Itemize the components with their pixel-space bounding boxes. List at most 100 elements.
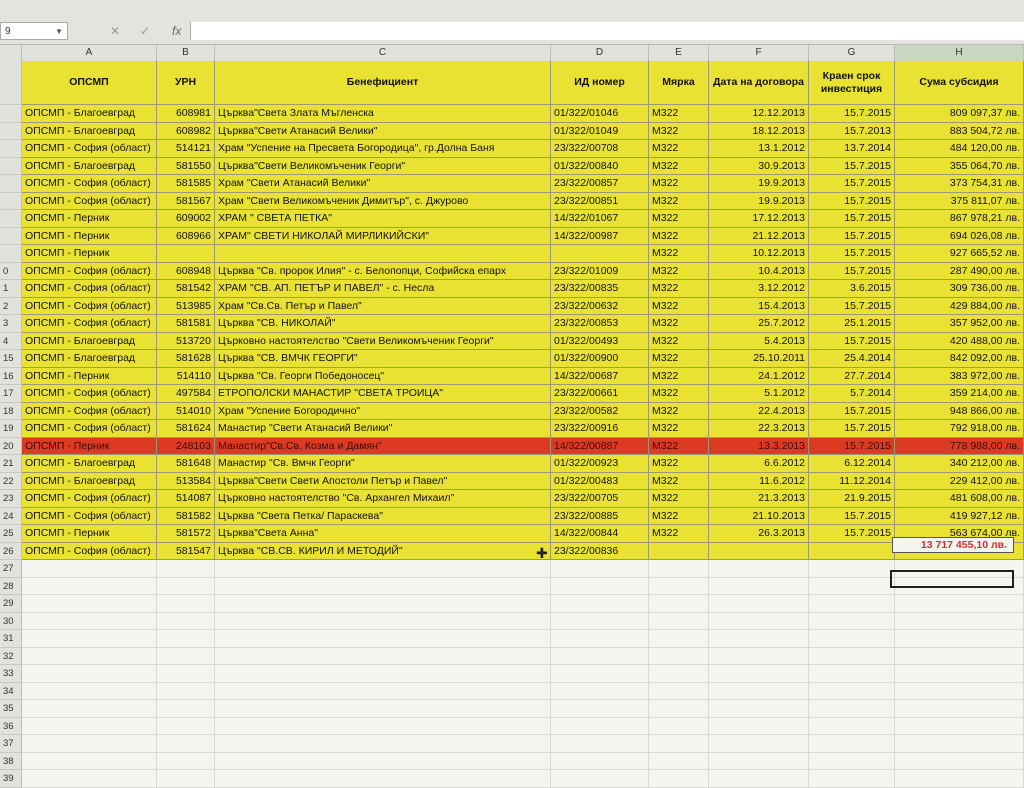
empty-cell[interactable]	[551, 595, 649, 613]
cell-id-number[interactable]: 23/322/00835	[551, 280, 649, 298]
select-all-corner[interactable]	[0, 45, 22, 61]
column-header-h[interactable]: H	[895, 45, 1024, 61]
empty-cell[interactable]	[215, 612, 551, 630]
cell-deadline[interactable]: 15.7.2013	[809, 122, 895, 140]
empty-cell[interactable]	[551, 612, 649, 630]
cell-measure[interactable]: М322	[649, 122, 709, 140]
cell-deadline[interactable]: 3.6.2015	[809, 280, 895, 298]
row-number[interactable]	[0, 140, 22, 158]
cell-opsmp[interactable]: ОПСМП - София (област)	[22, 420, 157, 438]
cell-beneficiary[interactable]: Църква"Света Анна"	[215, 525, 551, 543]
cell-subsidy[interactable]: 340 212,00 лв.	[895, 455, 1024, 473]
cell-measure[interactable]: М322	[649, 245, 709, 263]
row-number[interactable]: 15	[0, 350, 22, 368]
row-number[interactable]	[0, 245, 22, 263]
cancel-icon[interactable]: ✕	[110, 22, 120, 40]
empty-cell[interactable]	[649, 682, 709, 700]
formula-input[interactable]	[190, 22, 1024, 40]
row-number[interactable]: 26	[0, 542, 22, 560]
cell-subsidy[interactable]: 484 120,00 лв.	[895, 140, 1024, 158]
cell-subsidy[interactable]: 355 064,70 лв.	[895, 157, 1024, 175]
cell-contract-date[interactable]: 30.9.2013	[709, 157, 809, 175]
cell-id-number[interactable]: 23/322/00853	[551, 315, 649, 333]
cell-beneficiary[interactable]: Църква"Свети Свети Апостоли Петър и Паве…	[215, 472, 551, 490]
header-cell-subsidy[interactable]: Сума субсидия	[895, 61, 1024, 105]
empty-cell[interactable]	[649, 770, 709, 788]
cell-opsmp[interactable]: ОПСМП - Благоевград	[22, 472, 157, 490]
empty-cell[interactable]	[157, 752, 215, 770]
empty-cell[interactable]	[551, 752, 649, 770]
cell-contract-date[interactable]: 21.3.2013	[709, 490, 809, 508]
cell-measure[interactable]: М322	[649, 350, 709, 368]
cell-deadline[interactable]: 15.7.2015	[809, 262, 895, 280]
cell-opsmp[interactable]: ОПСМП - Перник	[22, 367, 157, 385]
empty-cell[interactable]	[649, 612, 709, 630]
cell-deadline[interactable]: 15.7.2015	[809, 437, 895, 455]
cell-measure[interactable]: М322	[649, 280, 709, 298]
row-number[interactable]: 20	[0, 437, 22, 455]
cell-measure[interactable]: М322	[649, 227, 709, 245]
cell-opsmp[interactable]: ОПСМП - София (област)	[22, 297, 157, 315]
cell-opsmp[interactable]: ОПСМП - Благоевград	[22, 455, 157, 473]
cell-id-number[interactable]: 01/322/01049	[551, 122, 649, 140]
row-number[interactable]: 34	[0, 682, 22, 700]
column-header-b[interactable]: B	[157, 45, 215, 61]
cell-id-number[interactable]: 23/322/01009	[551, 262, 649, 280]
cell-id-number[interactable]: 23/322/00857	[551, 175, 649, 193]
row-number[interactable]: 17	[0, 385, 22, 403]
cell-contract-date[interactable]: 22.3.2013	[709, 420, 809, 438]
cell-contract-date[interactable]: 12.12.2013	[709, 105, 809, 123]
cell-subsidy[interactable]: 419 927,12 лв.	[895, 507, 1024, 525]
cell-id-number[interactable]: 23/322/00916	[551, 420, 649, 438]
row-number[interactable]	[0, 105, 22, 123]
cell-beneficiary[interactable]: Храм "Свети Великомъченик Димитър", с. Д…	[215, 192, 551, 210]
empty-cell[interactable]	[809, 595, 895, 613]
empty-cell[interactable]	[157, 560, 215, 578]
cell-contract-date[interactable]: 11.6.2012	[709, 472, 809, 490]
cell-beneficiary[interactable]: Църква "СВ.СВ. КИРИЛ И МЕТОДИЙ"	[215, 542, 551, 560]
empty-cell[interactable]	[215, 700, 551, 718]
cell-subsidy[interactable]: 694 026,08 лв.	[895, 227, 1024, 245]
row-number[interactable]	[0, 122, 22, 140]
cell-deadline[interactable]: 15.7.2015	[809, 105, 895, 123]
empty-cell[interactable]	[709, 612, 809, 630]
column-header-g[interactable]: G	[809, 45, 895, 61]
cell-beneficiary[interactable]: Манастир"Св.Св. Козма и Дамян"	[215, 437, 551, 455]
cell-urn[interactable]: 581582	[157, 507, 215, 525]
row-number[interactable]	[0, 61, 22, 105]
cell-measure[interactable]: М322	[649, 367, 709, 385]
cell-id-number[interactable]: 23/322/00661	[551, 385, 649, 403]
row-number[interactable]: 33	[0, 665, 22, 683]
cell-urn[interactable]: 497584	[157, 385, 215, 403]
cell-id-number[interactable]: 01/322/00840	[551, 157, 649, 175]
empty-cell[interactable]	[895, 612, 1024, 630]
cell-subsidy[interactable]: 948 866,00 лв.	[895, 402, 1024, 420]
cell-urn[interactable]: 581550	[157, 157, 215, 175]
cell-beneficiary[interactable]: Манастир "Св. Вмчк Георги"	[215, 455, 551, 473]
empty-cell[interactable]	[649, 577, 709, 595]
cell-deadline[interactable]: 15.7.2015	[809, 525, 895, 543]
row-number[interactable]: 22	[0, 472, 22, 490]
row-number[interactable]: 0	[0, 262, 22, 280]
cell-id-number[interactable]: 14/322/00687	[551, 367, 649, 385]
empty-cell[interactable]	[649, 752, 709, 770]
empty-cell[interactable]	[709, 665, 809, 683]
empty-cell[interactable]	[551, 735, 649, 753]
cell-subsidy[interactable]: 778 988,00 лв.	[895, 437, 1024, 455]
empty-cell[interactable]	[709, 560, 809, 578]
empty-cell[interactable]	[157, 682, 215, 700]
empty-cell[interactable]	[215, 682, 551, 700]
cell-deadline[interactable]: 27.7.2014	[809, 367, 895, 385]
cell-measure[interactable]: М322	[649, 192, 709, 210]
empty-cell[interactable]	[649, 735, 709, 753]
cell-contract-date[interactable]: 25.7.2012	[709, 315, 809, 333]
row-number[interactable]	[0, 157, 22, 175]
cell-urn[interactable]: 608966	[157, 227, 215, 245]
empty-cell[interactable]	[157, 577, 215, 595]
cell-measure[interactable]: М322	[649, 140, 709, 158]
cell-beneficiary[interactable]: ХРАМ " СВЕТА ПЕТКА"	[215, 210, 551, 228]
cell-deadline[interactable]: 15.7.2015	[809, 245, 895, 263]
empty-cell[interactable]	[157, 612, 215, 630]
empty-cell[interactable]	[809, 560, 895, 578]
cell-opsmp[interactable]: ОПСМП - София (област)	[22, 175, 157, 193]
